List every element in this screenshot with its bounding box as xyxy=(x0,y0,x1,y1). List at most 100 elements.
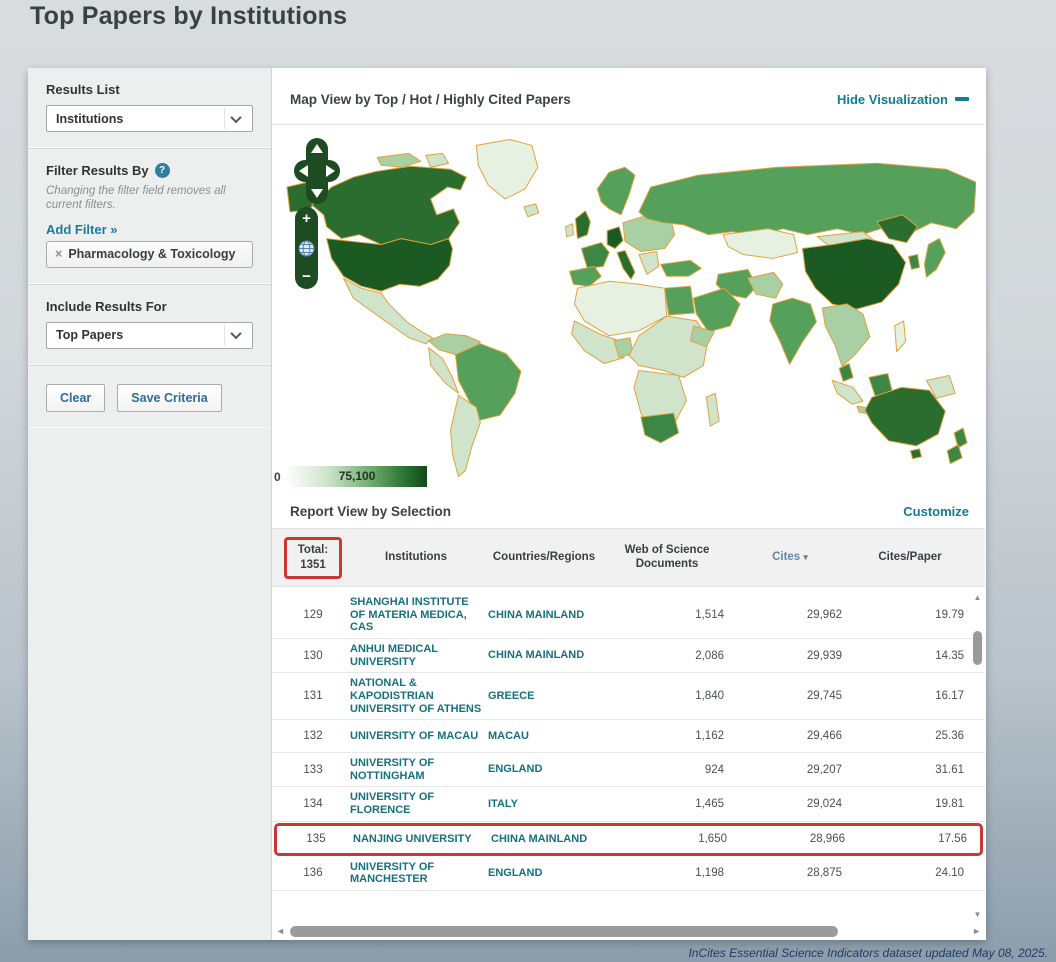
country-cell[interactable]: GREECE xyxy=(488,690,600,703)
cites-cell: 29,939 xyxy=(806,649,842,662)
map-visualization[interactable]: + − 0 75,100 xyxy=(272,125,985,496)
save-criteria-button[interactable]: Save Criteria xyxy=(117,383,222,412)
cites-per-paper-cell: 24.10 xyxy=(935,867,964,880)
scroll-right-icon[interactable]: ► xyxy=(972,926,981,936)
map-zoom-control[interactable]: + − xyxy=(295,207,318,290)
zoom-out-icon[interactable]: − xyxy=(302,269,311,284)
results-list-select[interactable]: Institutions xyxy=(46,105,253,132)
col-countries[interactable]: Countries/Regions xyxy=(488,551,600,565)
filter-label: Filter Results By xyxy=(46,163,149,178)
sort-down-icon: ▾ xyxy=(803,551,808,562)
remove-filter-icon[interactable]: × xyxy=(55,247,62,262)
vertical-scroll-thumb[interactable] xyxy=(973,631,982,666)
rank-cell: 132 xyxy=(303,730,323,743)
table-row[interactable]: 132 UNIVERSITY OF MACAU MACAU 1,162 29,4… xyxy=(272,720,985,754)
main-panel: Results List Institutions Filter Results… xyxy=(28,68,986,940)
col-cites-label: Cites xyxy=(772,550,801,563)
scroll-up-icon[interactable]: ▲ xyxy=(971,593,984,602)
institution-cell[interactable]: NATIONAL & KAPODISTRIAN UNIVERSITY OF AT… xyxy=(350,677,482,715)
pan-right-icon[interactable] xyxy=(326,165,335,178)
report-title: Report View by Selection xyxy=(290,503,452,519)
cites-cell: 28,966 xyxy=(809,833,845,846)
institution-cell[interactable]: ANHUI MEDICAL UNIVERSITY xyxy=(350,643,482,668)
documents-cell: 1,162 xyxy=(695,730,724,743)
rank-cell: 136 xyxy=(303,867,323,880)
pan-left-icon[interactable] xyxy=(299,165,308,178)
table-row[interactable]: 131 NATIONAL & KAPODISTRIAN UNIVERSITY O… xyxy=(272,673,985,721)
institution-cell[interactable]: UNIVERSITY OF MANCHESTER xyxy=(350,861,482,886)
rank-cell: 130 xyxy=(303,649,323,662)
zoom-in-icon[interactable]: + xyxy=(302,211,311,226)
horizontal-scroll-thumb[interactable] xyxy=(290,926,838,938)
documents-cell: 1,650 xyxy=(698,833,727,846)
table-row[interactable]: 135 NANJING UNIVERSITY CHINA MAINLAND 1,… xyxy=(274,822,983,856)
country-cell[interactable]: CHINA MAINLAND xyxy=(488,609,600,622)
cites-cell: 29,207 xyxy=(806,763,842,776)
cites-cell: 29,962 xyxy=(806,608,842,621)
map-title: Map View by Top / Hot / Highly Cited Pap… xyxy=(290,91,571,107)
table-row[interactable]: 133 UNIVERSITY OF NOTTINGHAM ENGLAND 924… xyxy=(272,753,985,788)
col-institutions[interactable]: Institutions xyxy=(350,551,482,565)
cites-per-paper-cell: 17.56 xyxy=(938,833,967,846)
hide-visualization-link[interactable]: Hide Visualization xyxy=(837,92,969,107)
cites-per-paper-cell: 31.61 xyxy=(935,763,964,776)
total-value: 1351 xyxy=(300,558,326,571)
cites-cell: 29,466 xyxy=(806,730,842,743)
legend-gradient-bar: 75,100 xyxy=(284,466,427,488)
results-list-label: Results List xyxy=(46,82,120,97)
hide-visualization-label: Hide Visualization xyxy=(836,91,948,107)
col-cites-sort[interactable]: Cites ▾ xyxy=(734,551,846,565)
pan-up-icon[interactable] xyxy=(311,144,323,154)
country-cell[interactable]: CHINA MAINLAND xyxy=(488,649,600,662)
chevron-down-icon xyxy=(224,108,246,129)
help-icon[interactable]: ? xyxy=(154,163,170,178)
institution-cell[interactable]: UNIVERSITY OF NOTTINGHAM xyxy=(350,757,482,782)
scroll-left-icon[interactable]: ◄ xyxy=(276,926,285,936)
add-filter-link[interactable]: Add Filter » xyxy=(46,222,118,237)
filter-chip[interactable]: × Pharmacology & Toxicology xyxy=(55,247,244,262)
table-body: 129 SHANGHAI INSTITUTE OF MATERIA MEDICA… xyxy=(272,587,985,924)
include-results-label: Include Results For xyxy=(46,298,167,314)
col-wos-documents[interactable]: Web of Science Documents xyxy=(606,544,728,572)
table-row[interactable]: 129 SHANGHAI INSTITUTE OF MATERIA MEDICA… xyxy=(272,592,985,639)
map-pan-control[interactable] xyxy=(294,138,340,205)
country-cell[interactable]: ITALY xyxy=(488,798,600,811)
scroll-down-icon[interactable]: ▼ xyxy=(971,910,984,919)
country-cell[interactable]: ENGLAND xyxy=(488,763,600,776)
total-annotation-box: Total: 1351 xyxy=(284,536,342,579)
content-area: Map View by Top / Hot / Highly Cited Pap… xyxy=(272,68,985,940)
map-legend: 0 75,100 xyxy=(274,466,427,488)
filter-chip-box: × Pharmacology & Toxicology xyxy=(46,240,253,268)
include-results-select[interactable]: Top Papers xyxy=(46,321,253,349)
map-header: Map View by Top / Hot / Highly Cited Pap… xyxy=(272,68,985,126)
globe-icon[interactable] xyxy=(298,240,315,257)
cites-per-paper-cell: 16.17 xyxy=(935,690,964,703)
table-header-row: Total: 1351 Institutions Countries/Regio… xyxy=(272,527,985,588)
table-row[interactable]: 130 ANHUI MEDICAL UNIVERSITY CHINA MAINL… xyxy=(272,639,985,674)
country-cell[interactable]: ENGLAND xyxy=(488,867,600,880)
institution-cell[interactable]: NANJING UNIVERSITY xyxy=(353,833,485,846)
cites-per-paper-cell: 19.81 xyxy=(935,798,964,811)
results-list-value: Institutions xyxy=(56,111,124,126)
col-cites-per-paper[interactable]: Cites/Paper xyxy=(852,551,968,565)
institution-cell[interactable]: UNIVERSITY OF FLORENCE xyxy=(350,791,482,816)
legend-max-label: 75,100 xyxy=(338,469,376,484)
institution-cell[interactable]: UNIVERSITY OF MACAU xyxy=(350,730,482,743)
page-title: Top Papers by Institutions xyxy=(30,2,348,30)
clear-button[interactable]: Clear xyxy=(46,383,106,412)
documents-cell: 1,514 xyxy=(695,608,724,621)
horizontal-scrollbar[interactable]: ◄ ► xyxy=(276,925,981,940)
table-row[interactable]: 136 UNIVERSITY OF MANCHESTER ENGLAND 1,1… xyxy=(272,857,985,891)
customize-link[interactable]: Customize xyxy=(903,504,969,519)
vertical-scrollbar[interactable]: ▲ ▼ xyxy=(971,593,984,919)
institution-cell[interactable]: SHANGHAI INSTITUTE OF MATERIA MEDICA, CA… xyxy=(350,596,482,634)
table-row[interactable]: 134 UNIVERSITY OF FLORENCE ITALY 1,465 2… xyxy=(272,787,985,822)
pan-down-icon[interactable] xyxy=(311,189,323,199)
country-cell[interactable]: CHINA MAINLAND xyxy=(491,833,603,846)
rank-cell: 133 xyxy=(303,763,323,776)
country-cell[interactable]: MACAU xyxy=(488,730,600,743)
cites-per-paper-cell: 19.79 xyxy=(935,608,964,621)
legend-min-label: 0 xyxy=(274,469,281,484)
rank-cell: 129 xyxy=(303,608,323,621)
dataset-footer-note: InCites Essential Science Indicators dat… xyxy=(688,946,1048,960)
